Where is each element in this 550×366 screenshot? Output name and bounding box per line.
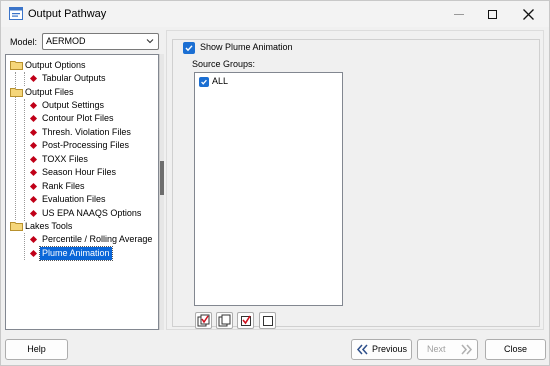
uncheck-button[interactable] [259,312,276,329]
window-title: Output Pathway [28,8,107,20]
tree-item-label: Contour Plot Files [42,113,114,123]
panel-splitter[interactable] [159,54,164,330]
tree-item-label: TOXX Files [42,154,88,164]
tree-line [24,72,25,86]
tree-item-label: Output Settings [42,100,105,110]
app-icon [9,7,23,20]
checkmark-icon [185,45,193,52]
diamond-icon [29,195,38,204]
checkmark-icon [201,79,207,85]
maximize-icon [487,9,497,19]
tree-item-label: Post-Processing Files [42,140,130,150]
tree-item-label: Season Hour Files [42,167,117,177]
double-chevron-right-icon [461,344,473,355]
double-chevron-left-icon [356,344,368,355]
uncheck-all-icon [218,314,231,327]
diamond-icon [29,114,38,123]
tree-item-label: Rank Files [42,181,85,191]
tree-item-label: Plume Animation [39,246,113,261]
plume-groupbox: Show Plume Animation Source Groups: ALL [172,39,540,329]
help-label: Help [27,344,46,354]
close-window-button[interactable] [509,1,547,27]
next-button[interactable]: Next [417,339,478,360]
close-button[interactable]: Close [485,339,546,360]
next-label: Next [427,344,446,354]
tree-item-label: Thresh. Violation Files [42,127,131,137]
model-value: AERMOD [46,36,86,46]
pathway-tree[interactable]: Output Options Tabular Outputs Output Fi… [5,54,159,330]
tree-item-label: US EPA NAAQS Options [42,208,142,218]
check-all-icon [197,314,210,327]
diamond-icon [29,74,38,83]
tree-line [24,99,25,221]
minimize-icon [454,13,464,15]
model-label: Model: [10,37,38,47]
diamond-icon [29,155,38,164]
source-groups-label: Source Groups: [192,59,256,69]
diamond-icon [29,182,38,191]
folder-icon [10,61,23,70]
diamond-icon [29,209,38,218]
tree-item-label: Evaluation Files [42,194,106,204]
output-pathway-window: Output Pathway Model: AERMOD Output Opti… [0,0,550,366]
model-dropdown[interactable]: AERMOD [42,33,159,50]
title-bar: Output Pathway [1,1,549,27]
folder-icon [10,222,23,231]
close-label: Close [503,344,527,354]
check-icon [241,315,251,326]
diamond-icon [29,249,38,258]
uncheck-icon [263,316,273,326]
diamond-icon [29,141,38,150]
diamond-icon [29,128,38,137]
tree-group-label: Output Options [25,60,86,70]
source-groups-list[interactable]: ALL [194,72,343,306]
help-button[interactable]: Help [5,339,68,360]
check-all-button[interactable] [195,312,212,329]
previous-button[interactable]: Previous [351,339,412,360]
close-icon [522,8,534,20]
tree-group-label: Output Files [25,87,74,97]
tree-item-label: Tabular Outputs [42,73,106,83]
tree-item-label: Percentile / Rolling Average [42,234,153,244]
diamond-icon [29,235,38,244]
diamond-icon [29,101,38,110]
plume-animation-panel: Show Plume Animation Source Groups: ALL [166,30,544,330]
diamond-icon [29,168,38,177]
maximize-button[interactable] [473,1,511,27]
source-group-label[interactable]: ALL [212,76,228,86]
splitter-grip[interactable] [160,161,164,195]
check-button[interactable] [237,312,254,329]
uncheck-all-button[interactable] [216,312,233,329]
source-group-checkbox[interactable] [199,77,209,87]
show-plume-checkbox[interactable] [183,42,195,54]
previous-label: Previous [372,344,408,354]
left-panel: Model: AERMOD Output Options Tabular Out… [5,30,159,330]
tree-group-label: Lakes Tools [25,221,73,231]
folder-icon [10,88,23,97]
chevron-down-icon [146,39,154,44]
tree-line [24,233,25,260]
show-plume-label[interactable]: Show Plume Animation [198,42,295,52]
